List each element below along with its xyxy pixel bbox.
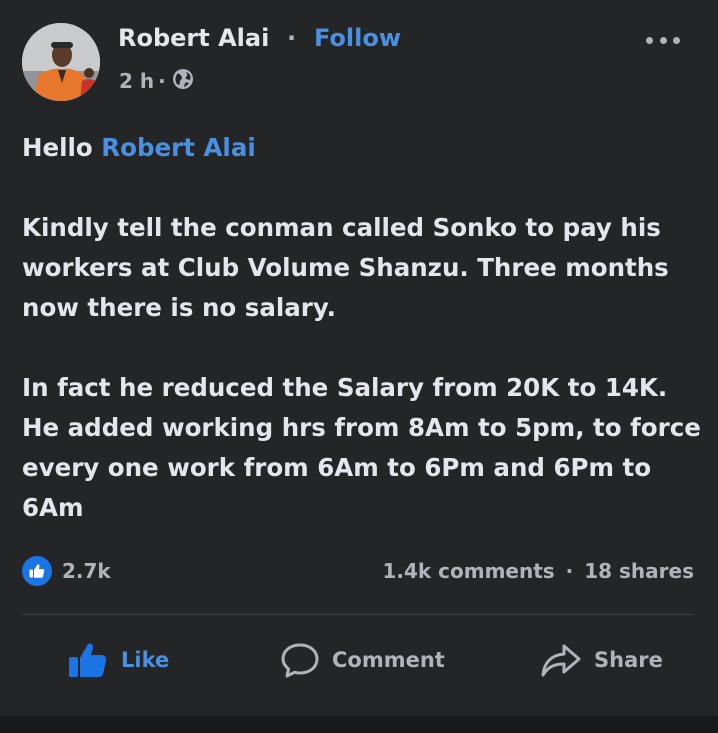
page-background-strip xyxy=(0,716,718,733)
mention-link[interactable]: Robert Alai xyxy=(101,133,255,162)
paragraph-1: Kindly tell the conman called Sonko to p… xyxy=(22,213,669,322)
engagement-counts: 1.4k comments · 18 shares xyxy=(382,559,694,583)
comment-button[interactable]: Comment xyxy=(280,630,445,690)
globe-icon[interactable] xyxy=(172,68,194,95)
greeting-line: Hello Robert Alai xyxy=(22,128,702,168)
post-actions: Like Comment Share xyxy=(22,630,694,690)
paragraph-2: In fact he reduced the Salary from 20K t… xyxy=(22,373,701,522)
greeting-text: Hello xyxy=(22,133,102,162)
like-label: Like xyxy=(121,648,170,672)
shares-count[interactable]: 18 shares xyxy=(584,559,694,583)
thumbs-up-icon xyxy=(67,639,109,681)
stats-separator: · xyxy=(565,559,574,583)
author-name[interactable]: Robert Alai xyxy=(118,24,269,52)
share-arrow-icon xyxy=(540,640,582,680)
follow-button[interactable]: Follow xyxy=(314,24,401,52)
like-button[interactable]: Like xyxy=(67,630,169,690)
comments-count[interactable]: 1.4k comments xyxy=(382,559,554,583)
like-reaction-icon[interactable] xyxy=(22,556,52,586)
reactions-count[interactable]: 2.7k xyxy=(62,559,111,583)
share-label: Share xyxy=(594,648,663,672)
author-avatar[interactable] xyxy=(22,23,100,101)
post-body: Hello Robert Alai Kindly tell the conman… xyxy=(22,128,702,528)
header-separator: · xyxy=(287,24,297,52)
comment-bubble-icon xyxy=(280,640,320,680)
post-meta: 2 h · xyxy=(119,68,194,94)
comment-label: Comment xyxy=(332,648,445,672)
more-options-icon[interactable] xyxy=(646,34,680,46)
actions-divider xyxy=(22,614,694,615)
meta-separator: · xyxy=(158,69,166,93)
post-stats: 2.7k 1.4k comments · 18 shares xyxy=(22,555,694,589)
share-button[interactable]: Share xyxy=(540,630,663,690)
post-timestamp[interactable]: 2 h xyxy=(119,69,154,93)
post-card: Robert Alai · Follow 2 h · Hello Robert … xyxy=(0,0,718,716)
